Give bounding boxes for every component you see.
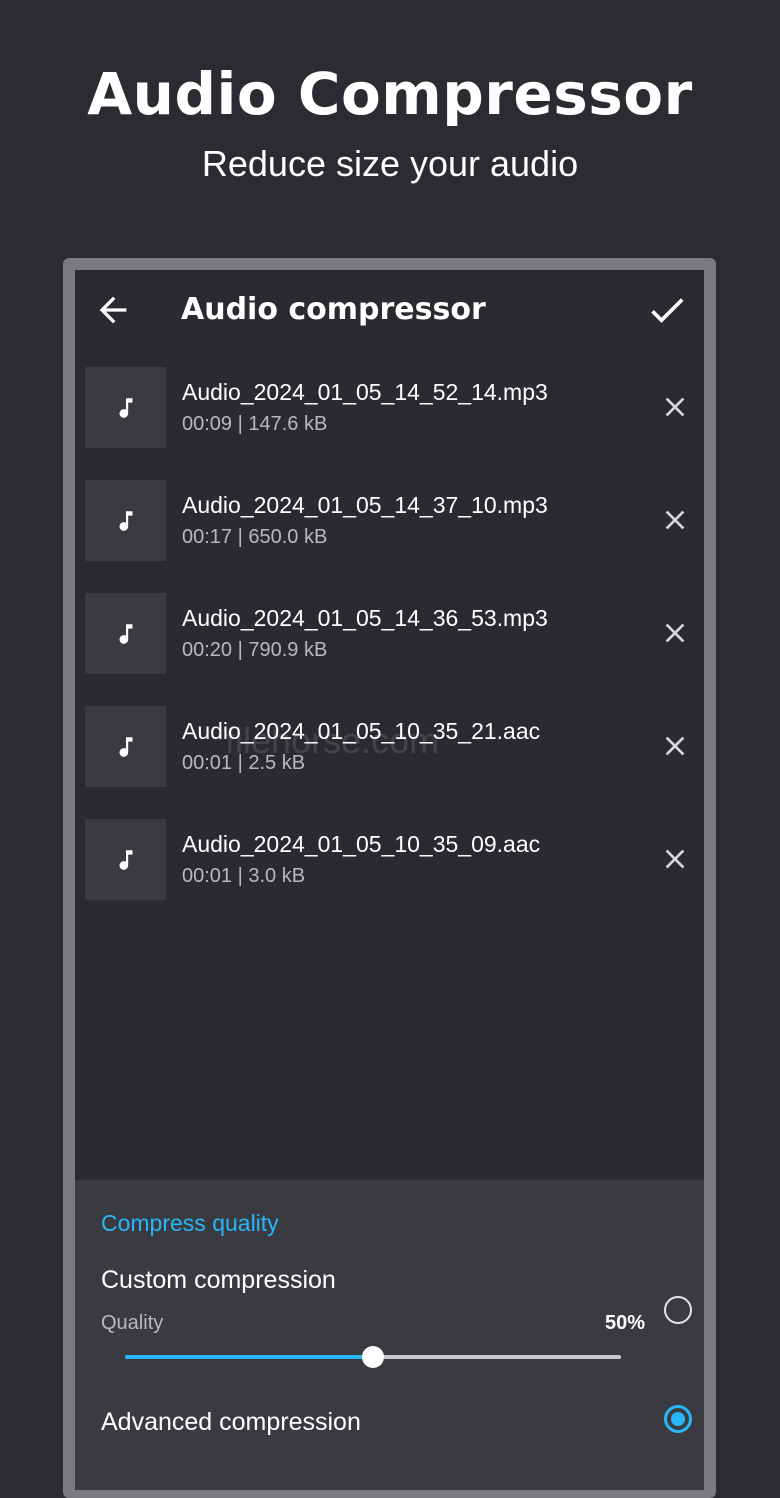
- close-icon: [665, 397, 685, 417]
- page-title: Audio compressor: [181, 292, 486, 327]
- file-meta: 00:17 | 650.0 kB: [182, 526, 328, 548]
- option-title: Custom compression: [101, 1266, 336, 1294]
- music-note-icon: [119, 849, 132, 870]
- file-name: Audio_2024_01_05_10_35_09.aac: [182, 831, 541, 857]
- remove-file-button[interactable]: [659, 730, 691, 762]
- music-note-icon: [119, 736, 132, 757]
- watermark: filehorse.com: [225, 720, 440, 761]
- arrow-left-icon: [99, 296, 127, 324]
- quality-value: 50%: [604, 1312, 645, 1334]
- file-meta: 00:09 | 147.6 kB: [182, 413, 328, 435]
- file-thumbnail: [85, 367, 166, 448]
- list-item[interactable]: Audio_2024_01_05_14_37_10.mp3 00:17 | 65…: [75, 480, 704, 562]
- slider-thumb[interactable]: [362, 1346, 384, 1368]
- close-icon: [665, 736, 685, 756]
- option-title: Advanced compression: [101, 1408, 361, 1436]
- music-note-icon: [119, 623, 132, 644]
- close-icon: [665, 510, 685, 530]
- promo-title: Audio Compressor: [87, 60, 693, 128]
- file-meta: 00:20 | 790.9 kB: [182, 639, 328, 661]
- file-thumbnail: [85, 480, 166, 561]
- file-name: Audio_2024_01_05_14_37_10.mp3: [182, 492, 548, 518]
- close-icon: [665, 849, 685, 869]
- remove-file-button[interactable]: [659, 391, 691, 423]
- app-bar: Audio compressor: [75, 270, 704, 350]
- music-note-icon: [119, 510, 132, 531]
- list-item[interactable]: Audio_2024_01_05_14_52_14.mp3 00:09 | 14…: [75, 367, 704, 449]
- remove-file-button[interactable]: [659, 504, 691, 536]
- quality-slider[interactable]: [125, 1345, 621, 1369]
- list-item[interactable]: Audio_2024_01_05_14_36_53.mp3 00:20 | 79…: [75, 593, 704, 675]
- list-item[interactable]: Audio_2024_01_05_10_35_09.aac 00:01 | 3.…: [75, 819, 704, 901]
- custom-compression-radio[interactable]: [664, 1296, 692, 1324]
- back-button[interactable]: [93, 290, 133, 330]
- music-note-icon: [119, 397, 132, 418]
- file-thumbnail: [85, 706, 166, 787]
- file-thumbnail: [85, 593, 166, 674]
- app-screen: Audio compressor Audio_2024_01_05_14_52_…: [75, 270, 704, 1490]
- file-meta: 00:01 | 3.0 kB: [182, 865, 306, 887]
- promo-subtitle: Reduce size your audio: [201, 143, 579, 184]
- slider-fill: [125, 1355, 373, 1359]
- quality-label: Quality: [101, 1312, 164, 1334]
- section-heading: Compress quality: [101, 1210, 279, 1236]
- file-thumbnail: [85, 819, 166, 900]
- remove-file-button[interactable]: [659, 843, 691, 875]
- compress-quality-panel: Compress quality Custom compression Qual…: [75, 1180, 704, 1490]
- advanced-compression-radio[interactable]: [664, 1405, 692, 1433]
- file-name: Audio_2024_01_05_14_36_53.mp3: [182, 605, 548, 631]
- file-name: Audio_2024_01_05_14_52_14.mp3: [182, 379, 548, 405]
- confirm-button[interactable]: [645, 288, 689, 332]
- remove-file-button[interactable]: [659, 617, 691, 649]
- check-icon: [651, 298, 684, 323]
- close-icon: [665, 623, 685, 643]
